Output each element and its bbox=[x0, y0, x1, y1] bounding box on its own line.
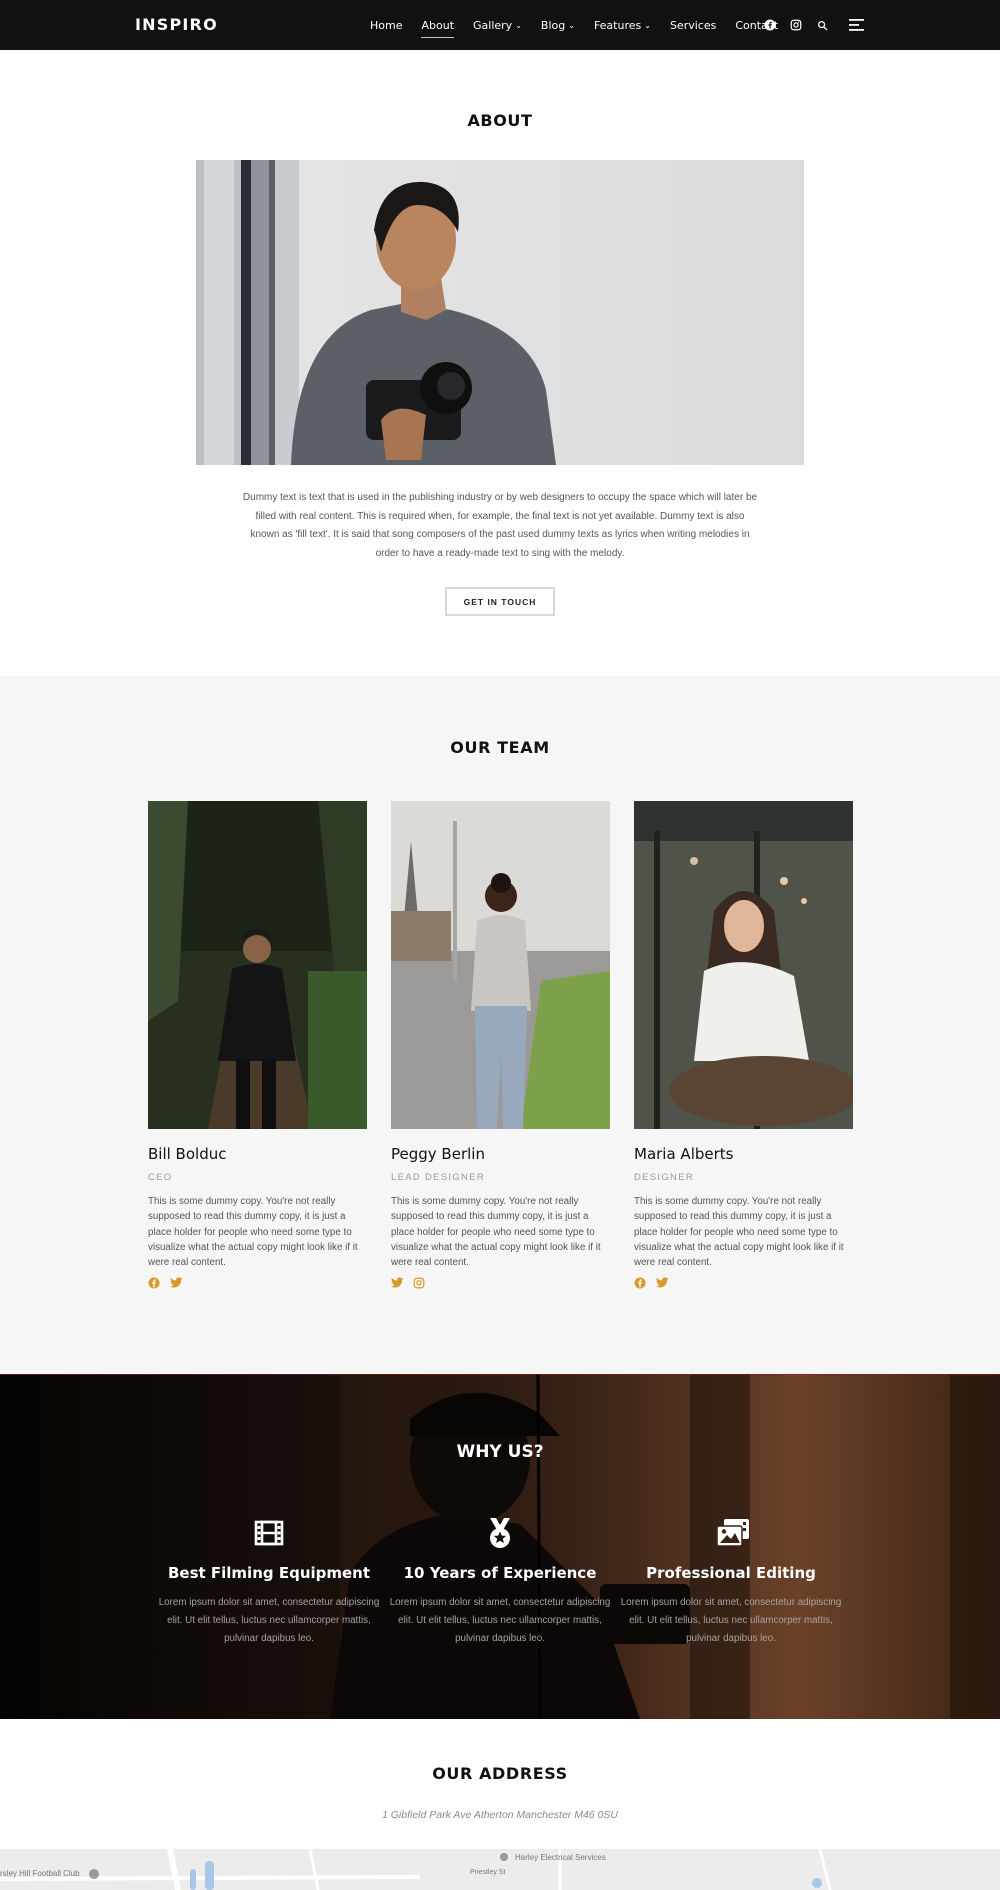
chevron-down-icon: ⌄ bbox=[568, 20, 575, 30]
twitter-icon[interactable] bbox=[170, 1277, 184, 1291]
nav-about[interactable]: About bbox=[421, 18, 455, 38]
member-role: CEO bbox=[148, 1172, 173, 1183]
search-icon[interactable] bbox=[814, 17, 830, 33]
why-us-section: WHY US? Best Filming Equipment Lorem ips… bbox=[0, 1374, 1000, 1719]
member-social bbox=[391, 1277, 610, 1291]
feature-title: Professional Editing bbox=[646, 1564, 816, 1582]
why-us-title: WHY US? bbox=[456, 1442, 544, 1462]
twitter-icon[interactable] bbox=[656, 1277, 670, 1291]
twitter-icon[interactable] bbox=[391, 1277, 405, 1291]
feature-text: Lorem ipsum dolor sit amet, consectetur … bbox=[620, 1597, 842, 1644]
about-text: Dummy text is text that is used in the p… bbox=[242, 492, 758, 559]
about-title: ABOUT bbox=[467, 111, 533, 130]
address-title: OUR ADDRESS bbox=[432, 1764, 568, 1783]
images-icon bbox=[714, 1516, 749, 1550]
nav-features[interactable]: Features ⌄ bbox=[594, 19, 651, 32]
member-social bbox=[148, 1277, 367, 1291]
feature-title: 10 Years of Experience bbox=[403, 1564, 597, 1582]
feature-item: Best Filming Equipment Lorem ipsum dolor… bbox=[154, 1516, 384, 1648]
member-bio: This is some dummy copy. You're not real… bbox=[391, 1196, 601, 1269]
menu-icon[interactable] bbox=[848, 17, 864, 33]
nav-home-label: Home bbox=[370, 18, 403, 32]
member-social bbox=[634, 1277, 853, 1291]
chevron-down-icon: ⌄ bbox=[515, 20, 522, 30]
member-name: Maria Alberts bbox=[634, 1145, 734, 1163]
nav-features-label: Features bbox=[593, 18, 642, 32]
medal-icon bbox=[483, 1516, 517, 1550]
member-role: DESIGNER bbox=[634, 1172, 695, 1183]
main-nav: Home About Gallery ⌄ Blog ⌄ Features ⌄ Serv… bbox=[370, 0, 797, 50]
member-role: LEAD DESIGNER bbox=[391, 1172, 485, 1183]
feature-item: 10 Years of Experience Lorem ipsum dolor… bbox=[385, 1516, 615, 1648]
member-bio: This is some dummy copy. You're not real… bbox=[148, 1196, 358, 1269]
map-label: Harley Electrical Services bbox=[515, 1853, 606, 1862]
instagram-icon[interactable] bbox=[788, 17, 804, 33]
team-photo bbox=[391, 801, 610, 1129]
feature-title: Best Filming Equipment bbox=[167, 1564, 371, 1582]
nav-icons bbox=[762, 0, 864, 50]
facebook-icon[interactable] bbox=[762, 17, 778, 33]
nav-blog-label: Blog bbox=[540, 18, 566, 32]
team-card: Bill Bolduc CEO This is some dummy copy.… bbox=[148, 801, 367, 1291]
team-photo bbox=[634, 801, 853, 1129]
team-photo bbox=[148, 801, 367, 1129]
instagram-icon[interactable] bbox=[413, 1277, 427, 1291]
about-photo bbox=[196, 160, 804, 465]
team-card: Maria Alberts DESIGNER This is some dumm… bbox=[634, 801, 853, 1291]
film-icon bbox=[252, 1516, 286, 1550]
map[interactable]: rsley Hill Football Club Harley Electric… bbox=[0, 1849, 1000, 1890]
get-in-touch-button[interactable]: GET IN TOUCH bbox=[445, 587, 555, 616]
address-line: 1 Gibfield Park Ave Atherton Manchester … bbox=[382, 1809, 618, 1821]
map-label: Priestley St bbox=[470, 1869, 506, 1876]
chevron-down-icon: ⌄ bbox=[644, 20, 651, 30]
map-label: rsley Hill Football Club bbox=[0, 1869, 80, 1878]
navbar: INSPIRO Home About Gallery ⌄ Blog ⌄ Featur… bbox=[0, 0, 1000, 50]
site-logo[interactable]: INSPIRO bbox=[135, 15, 218, 34]
team-title: OUR TEAM bbox=[450, 738, 550, 757]
facebook-icon[interactable] bbox=[148, 1277, 162, 1291]
feature-text: Lorem ipsum dolor sit amet, consectetur … bbox=[158, 1597, 380, 1644]
member-name: Peggy Berlin bbox=[391, 1145, 485, 1163]
nav-gallery-label: Gallery bbox=[473, 18, 513, 32]
team-card: Peggy Berlin LEAD DESIGNER This is some … bbox=[391, 801, 610, 1291]
nav-services[interactable]: Services bbox=[670, 19, 716, 32]
nav-home[interactable]: Home bbox=[370, 19, 402, 32]
feature-item: Professional Editing Lorem ipsum dolor s… bbox=[616, 1516, 846, 1648]
member-bio: This is some dummy copy. You're not real… bbox=[634, 1196, 844, 1269]
facebook-icon[interactable] bbox=[634, 1277, 648, 1291]
feature-text: Lorem ipsum dolor sit amet, consectetur … bbox=[389, 1597, 611, 1644]
member-name: Bill Bolduc bbox=[148, 1145, 227, 1163]
nav-about-label: About bbox=[421, 18, 455, 32]
nav-gallery[interactable]: Gallery ⌄ bbox=[473, 19, 522, 32]
nav-services-label: Services bbox=[669, 18, 717, 32]
nav-blog[interactable]: Blog ⌄ bbox=[541, 19, 575, 32]
